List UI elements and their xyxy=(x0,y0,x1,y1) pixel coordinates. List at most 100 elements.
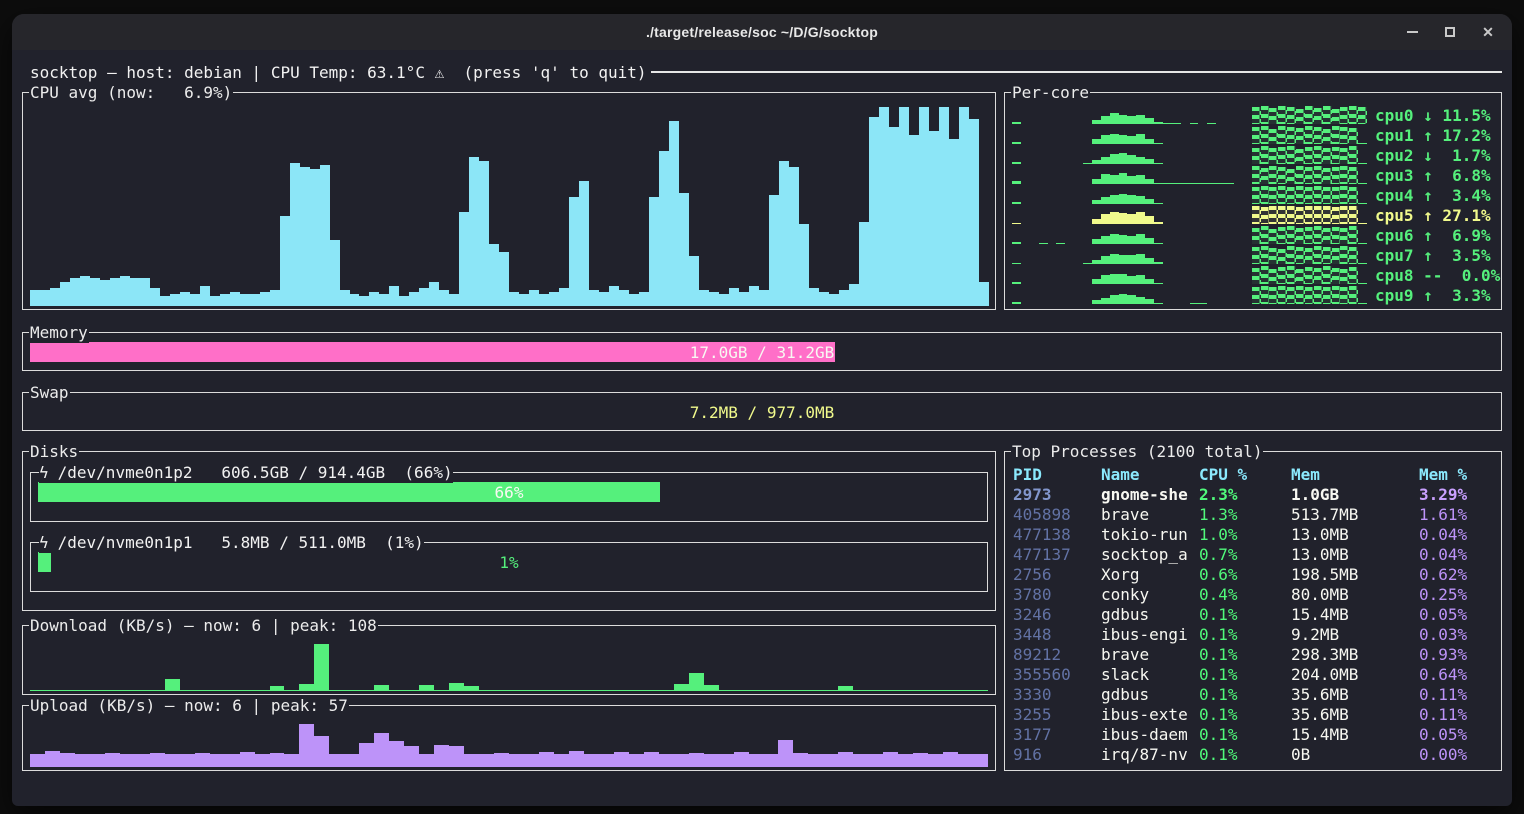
cpu-avg-bar xyxy=(759,290,769,306)
process-mem: 0B xyxy=(1291,745,1419,764)
cpu-avg-bar xyxy=(839,290,849,306)
process-pid: 916 xyxy=(1013,745,1101,764)
lightning-icon: ϟ xyxy=(39,533,49,553)
disk-title-text: /dev/nvme0n1p1 5.8MB / 511.0MB (1%) xyxy=(58,533,424,553)
download-bar xyxy=(659,690,674,691)
cpu1-sparkline xyxy=(1012,126,1367,144)
window-controls: ✕ xyxy=(1398,19,1502,45)
upload-bar xyxy=(195,753,210,767)
top-processes-panel-title: Top Processes (2100 total) xyxy=(1011,442,1263,462)
cpu-avg-bar xyxy=(919,107,929,306)
cpu9-bar xyxy=(1127,295,1136,304)
download-bar xyxy=(284,690,299,691)
upload-bar xyxy=(659,754,674,767)
cpu2-bar xyxy=(1323,148,1332,164)
download-bar xyxy=(359,690,374,691)
cpu3-bar xyxy=(1127,176,1136,184)
cpu0-sparkline xyxy=(1012,106,1367,124)
cpu3-bar xyxy=(1314,166,1323,184)
cpu-avg-bar xyxy=(899,107,909,306)
cpu-avg-bar xyxy=(509,292,519,306)
cpu-avg-bar xyxy=(469,157,479,306)
cpu2-bar xyxy=(1305,147,1314,164)
close-button[interactable]: ✕ xyxy=(1474,19,1502,45)
cpu-avg-bar xyxy=(979,282,989,306)
upload-bar xyxy=(928,754,943,767)
cpu5-bar xyxy=(1296,207,1305,224)
cpu7-bar xyxy=(1358,263,1367,264)
maximize-button[interactable] xyxy=(1436,19,1464,45)
terminal-content[interactable]: socktop — host: debian | CPU Temp: 63.1°… xyxy=(12,50,1512,806)
cpu6-bar xyxy=(1012,242,1021,244)
cpu-avg-bar xyxy=(270,290,280,306)
upload-bar xyxy=(614,752,629,767)
cpu4-bar xyxy=(1314,186,1323,204)
cpu-avg-bar xyxy=(769,195,779,306)
download-bar xyxy=(195,690,210,691)
per-core-row-cpu7: cpu7 ↑ 3.5% xyxy=(1012,245,1495,265)
minimize-button[interactable] xyxy=(1398,19,1426,45)
cpu8-bar xyxy=(1012,282,1021,284)
per-core-panel: Per-core cpu0 ↓ 11.5%cpu1 ↑ 17.2%cpu2 ↓ … xyxy=(1004,92,1502,310)
upload-bar xyxy=(674,754,689,767)
download-bar xyxy=(165,679,180,691)
cpu1-bar xyxy=(1119,135,1128,144)
cpu-avg-bar xyxy=(739,292,749,306)
cpu8-bar xyxy=(1323,266,1332,284)
cpu7-bar xyxy=(1305,248,1314,264)
swap-gauge: 7.2MB / 977.0MB xyxy=(30,402,1494,422)
cpu1-bar xyxy=(1127,136,1136,144)
cpu3-bar xyxy=(1269,166,1278,184)
download-bar xyxy=(853,690,868,691)
cpu1-bar xyxy=(1323,129,1332,144)
app-statusline: socktop — host: debian | CPU Temp: 63.1°… xyxy=(30,62,1502,82)
process-rows: 2973gnome-she2.3%1.0GB3.29%405898brave1.… xyxy=(1013,484,1495,764)
cpu-avg-bar xyxy=(330,240,340,306)
cpu9-bar xyxy=(1110,295,1119,304)
download-bar xyxy=(958,690,973,691)
download-bar xyxy=(30,690,45,691)
download-bar xyxy=(704,685,719,691)
cpu5-bar xyxy=(1332,207,1341,224)
cpu7-label: cpu7 ↑ 3.5% xyxy=(1375,245,1495,265)
cpu9-bar xyxy=(1145,299,1154,304)
cpu2-label: cpu2 ↓ 1.7% xyxy=(1375,145,1495,165)
cpu5-bar xyxy=(1252,206,1261,224)
cpu-avg-bar xyxy=(539,294,549,306)
cpu8-bar xyxy=(1314,268,1323,284)
cpu4-bar xyxy=(1261,186,1270,204)
cpu6-sparkline xyxy=(1012,226,1367,244)
cpu8-bar xyxy=(1278,267,1287,284)
cpu8-bar xyxy=(1092,279,1101,284)
cpu-avg-bar xyxy=(929,131,939,306)
cpu8-bar xyxy=(1358,283,1367,284)
download-bar xyxy=(105,690,120,691)
process-name: socktop_a xyxy=(1101,545,1199,564)
process-name: conky xyxy=(1101,585,1199,604)
cpu4-bar xyxy=(1287,187,1296,204)
cpu7-bar xyxy=(1314,246,1323,264)
cpu1-bar xyxy=(1092,139,1101,144)
titlebar[interactable]: ./target/release/soc ~/D/G/socktop ✕ xyxy=(12,14,1512,50)
process-pid: 3177 xyxy=(1013,725,1101,744)
cpu-avg-bar xyxy=(399,296,409,306)
cpu9-bar xyxy=(1278,286,1287,304)
process-mem-pct: 0.25% xyxy=(1419,585,1495,604)
per-core-panel-title: Per-core xyxy=(1011,83,1090,103)
cpu5-bar xyxy=(1349,206,1358,224)
download-bar xyxy=(569,690,584,691)
cpu5-bar xyxy=(1287,206,1296,224)
cpu0-bar xyxy=(1269,108,1278,124)
cpu1-bar xyxy=(1305,126,1314,144)
cpu3-bar xyxy=(1296,166,1305,184)
upload-bar xyxy=(135,754,150,767)
cpu3-bar xyxy=(1332,167,1341,184)
upload-bar xyxy=(689,753,704,767)
process-pid: 3780 xyxy=(1013,585,1101,604)
cpu3-bar xyxy=(1278,167,1287,184)
cpu2-bar xyxy=(1110,154,1119,164)
download-bar xyxy=(75,690,90,691)
process-pid: 355560 xyxy=(1013,665,1101,684)
download-bar xyxy=(883,690,898,691)
cpu6-bar xyxy=(1092,239,1101,244)
